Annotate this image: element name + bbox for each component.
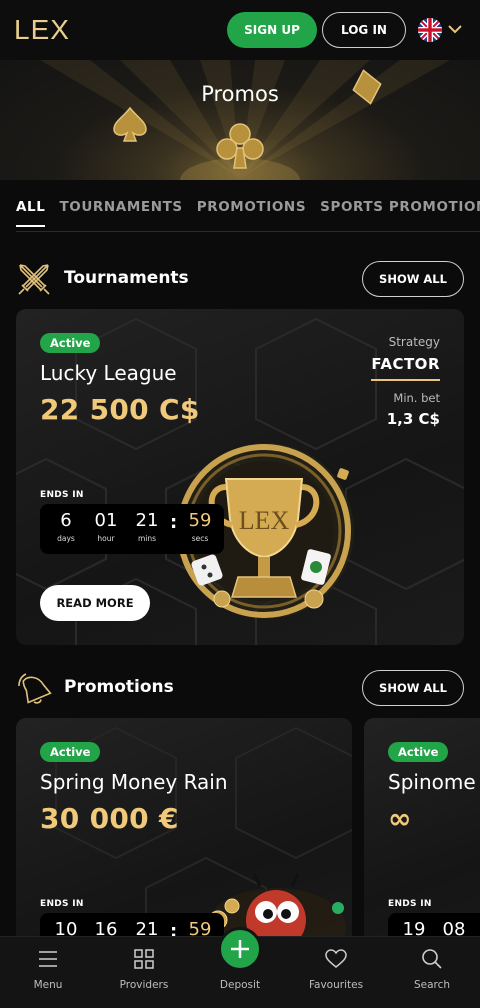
promos-banner: Promos	[0, 60, 480, 180]
svg-text:LEX: LEX	[239, 506, 290, 535]
category-tabs: ALL TOURNAMENTS PROMOTIONS SPORTS PROMOTION…	[16, 196, 480, 232]
read-more-button[interactable]: READ MORE	[40, 585, 150, 621]
ends-in-label: ENDS IN	[40, 490, 84, 500]
min-bet-label: Min. bet	[393, 391, 440, 405]
ends-in-label: ENDS IN	[40, 899, 84, 909]
heart-icon	[325, 949, 347, 968]
plus-icon	[231, 940, 249, 958]
page-title: Promos	[201, 82, 279, 106]
nav-label: Menu	[33, 979, 63, 991]
chevron-down-icon[interactable]	[448, 24, 462, 34]
promotions-section-header: Promotions SHOW ALL	[16, 670, 464, 706]
ends-in-label: ENDS IN	[388, 899, 432, 909]
bottom-navigation: Menu Providers Deposit Favourites Search	[0, 927, 480, 1008]
menu-icon	[39, 951, 57, 967]
tournaments-section-header: Tournaments SHOW ALL	[16, 261, 464, 297]
deposit-button[interactable]	[218, 927, 262, 971]
logo[interactable]: LEX	[14, 14, 70, 46]
card-title: Lucky League	[40, 361, 177, 385]
tab-all[interactable]: ALL	[16, 199, 46, 227]
show-all-promotions-button[interactable]: SHOW ALL	[362, 670, 464, 706]
section-title: Promotions	[64, 677, 174, 697]
strategy-label: Strategy	[388, 335, 440, 349]
spade-icon	[113, 106, 147, 142]
tab-tournaments[interactable]: TOURNAMENTS	[59, 199, 182, 225]
nav-favourites[interactable]: Favourites	[288, 937, 384, 1008]
nav-label: Deposit	[219, 979, 261, 991]
strategy-value: FACTOR	[371, 355, 440, 381]
timer-mins: 21 mins	[135, 510, 159, 543]
nav-label: Providers	[119, 979, 169, 991]
timer-separator: :	[170, 512, 178, 533]
nav-label: Favourites	[308, 979, 364, 991]
tournament-card[interactable]: LEX Active Lucky League 22 500 C$ Strate…	[16, 309, 464, 645]
timer-hours: 01 hour	[94, 510, 118, 543]
status-badge: Active	[40, 742, 101, 762]
header: LEX SIGN UP LOG IN	[0, 0, 480, 60]
section-title: Tournaments	[64, 268, 189, 288]
prize-amount: 30 000 €	[40, 802, 179, 835]
grid-icon	[134, 949, 154, 969]
search-icon	[422, 949, 442, 969]
tab-sports-promotions[interactable]: SPORTS PROMOTIONS	[320, 199, 480, 225]
sign-up-button[interactable]: SIGN UP	[227, 12, 317, 48]
diamond-icon	[352, 69, 382, 105]
min-bet-value: 1,3 C$	[386, 410, 440, 428]
club-icon	[216, 123, 264, 169]
uk-flag-icon[interactable]	[418, 18, 442, 42]
crossed-swords-icon	[18, 264, 50, 295]
nav-deposit[interactable]: Deposit	[192, 927, 288, 1008]
nav-search[interactable]: Search	[384, 937, 480, 1008]
nav-label: Search	[413, 979, 451, 991]
prize-amount: ∞	[388, 802, 412, 835]
bell-icon	[18, 673, 52, 704]
timer-days: 6 days	[57, 510, 75, 543]
show-all-tournaments-button[interactable]: SHOW ALL	[362, 261, 464, 297]
status-badge: Active	[388, 742, 449, 762]
tab-promotions[interactable]: PROMOTIONS	[197, 199, 306, 225]
status-badge: Active	[40, 333, 101, 353]
timer-secs: 59 secs	[188, 510, 212, 543]
nav-providers[interactable]: Providers	[96, 937, 192, 1008]
card-title: Spring Money Rain	[40, 770, 228, 794]
card-title: Spinome	[388, 770, 476, 794]
prize-amount: 22 500 C$	[40, 393, 200, 426]
log-in-button[interactable]: LOG IN	[322, 12, 406, 48]
countdown-timer: 6 days 01 hour 21 mins : 59 secs	[40, 504, 224, 554]
nav-menu[interactable]: Menu	[0, 937, 96, 1008]
